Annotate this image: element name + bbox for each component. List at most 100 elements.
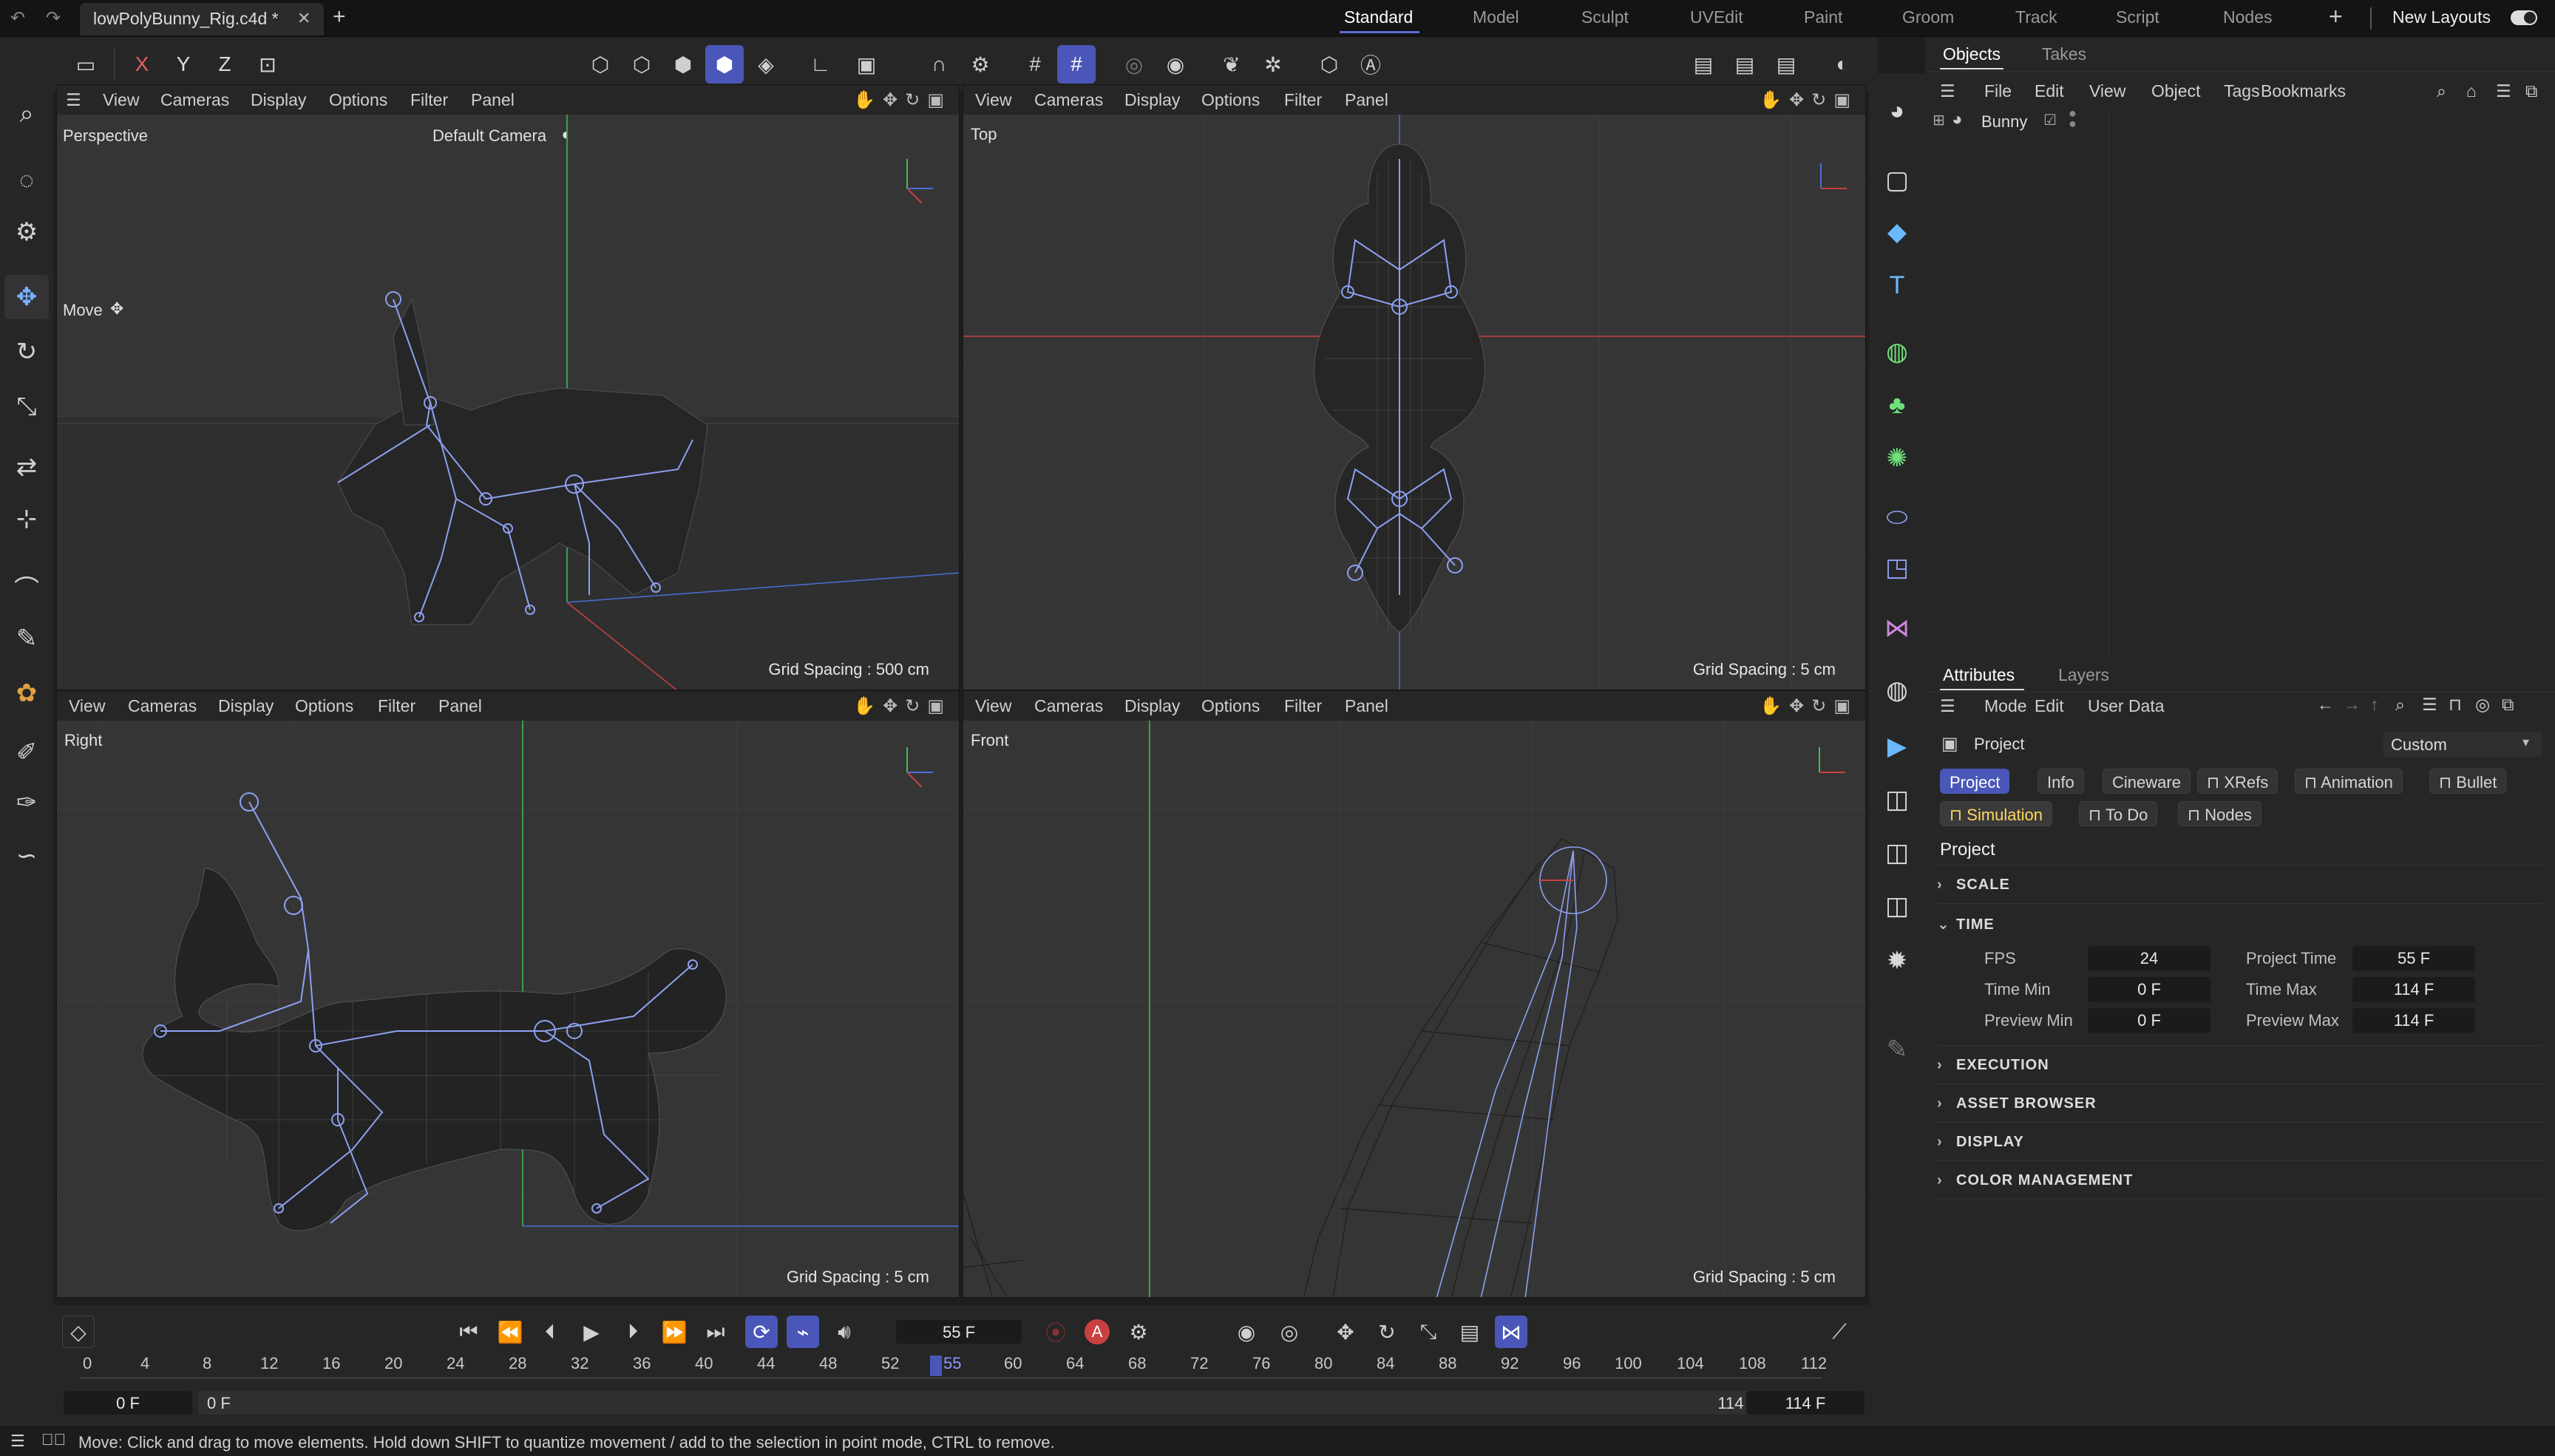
new-tab-icon[interactable]: +: [333, 4, 346, 30]
camera-name[interactable]: Default Camera: [432, 126, 546, 146]
menu-cameras[interactable]: Cameras: [1034, 696, 1103, 716]
fps-field[interactable]: 24: [2088, 946, 2210, 971]
render-settings-icon[interactable]: ◉: [1156, 45, 1195, 84]
volume-icon[interactable]: ◳: [1875, 545, 1919, 590]
menu-view[interactable]: View: [975, 90, 1011, 110]
viewport-top[interactable]: View Cameras Display Options Filter Pane…: [963, 84, 1866, 690]
chip-simulation[interactable]: ⊓ Simulation: [1940, 801, 2052, 826]
key-position-icon[interactable]: ◉: [1230, 1316, 1263, 1348]
sound-icon[interactable]: 🔊︎: [828, 1316, 861, 1348]
spline-rectangle-icon[interactable]: ▢: [1875, 158, 1919, 203]
menu-display[interactable]: Display: [218, 696, 274, 716]
menu-options[interactable]: Options: [295, 696, 353, 716]
layout-tab-uvedit[interactable]: UVEdit: [1690, 7, 1743, 27]
undo-icon[interactable]: ↶: [10, 7, 25, 29]
rotate-icon[interactable]: ↻: [4, 330, 49, 374]
viewport-name[interactable]: Right: [64, 731, 102, 750]
subdivision-icon[interactable]: ◍: [1875, 330, 1919, 374]
menu-cameras[interactable]: Cameras: [160, 90, 229, 110]
menu-view[interactable]: View: [975, 696, 1011, 716]
key-settings-icon[interactable]: ⚙: [1122, 1316, 1155, 1348]
layout-tab-standard[interactable]: Standard: [1344, 7, 1413, 27]
key-move-icon[interactable]: ✥: [1329, 1316, 1362, 1348]
key-scale-icon[interactable]: ⤡: [1412, 1316, 1445, 1348]
viewport-name[interactable]: Perspective: [63, 126, 148, 146]
menu-cameras[interactable]: Cameras: [128, 696, 197, 716]
preview-min-field[interactable]: 0 F: [2088, 1008, 2210, 1033]
x-axis-lock[interactable]: X: [123, 45, 161, 84]
tab-objects[interactable]: Objects: [1943, 44, 2001, 64]
section-color-management[interactable]: › COLOR MANAGEMENT: [1937, 1172, 2133, 1189]
playhead[interactable]: [930, 1355, 942, 1376]
menu-edit[interactable]: Edit: [2035, 81, 2064, 101]
search-icon[interactable]: ⌕: [4, 92, 49, 136]
cube-icon[interactable]: ◆: [1875, 210, 1919, 254]
expand-icon[interactable]: ⊞: [1933, 111, 1945, 129]
filter-icon[interactable]: ☰: [2422, 695, 2437, 715]
go-to-end-icon[interactable]: ⏭: [699, 1316, 732, 1348]
viewport-nav-icons[interactable]: ✋✥↻▣: [853, 695, 951, 717]
menu-panel[interactable]: Panel: [1345, 696, 1388, 716]
render-view-icon[interactable]: ▤: [1684, 45, 1723, 84]
menu-display[interactable]: Display: [1124, 696, 1180, 716]
field-icon[interactable]: ⬭: [1875, 495, 1919, 540]
render-camera-icon[interactable]: ◫: [1875, 884, 1919, 928]
auto-icon[interactable]: Ⓐ: [1351, 45, 1390, 84]
section-asset-browser[interactable]: › ASSET BROWSER: [1937, 1095, 2097, 1112]
filter-icon[interactable]: ☰: [2496, 81, 2511, 101]
previous-frame-icon[interactable]: ⏴: [534, 1316, 566, 1348]
cloner-icon[interactable]: ♣: [1875, 383, 1919, 427]
viewport-canvas[interactable]: [963, 721, 1865, 1297]
autokey-icon[interactable]: A: [1081, 1316, 1113, 1348]
section-execution[interactable]: › EXECUTION: [1937, 1057, 2049, 1074]
menu-tags[interactable]: Tags: [2224, 81, 2260, 101]
back-arrow-icon[interactable]: ←: [2317, 695, 2334, 715]
grid-snap-icon[interactable]: #: [1057, 45, 1096, 84]
add-layout-icon[interactable]: +: [2329, 3, 2343, 30]
viewport-canvas[interactable]: [57, 721, 959, 1297]
menu-panel[interactable]: Panel: [471, 90, 515, 110]
chip-to-do[interactable]: ⊓ To Do: [2079, 801, 2158, 826]
section-scale[interactable]: › SCALE: [1937, 877, 2010, 894]
layout-tab-track[interactable]: Track: [2015, 7, 2057, 27]
render-dots-icon[interactable]: ● ●: [2069, 106, 2077, 130]
menu-bookmarks[interactable]: Bookmarks: [2261, 81, 2346, 101]
points-mode-icon[interactable]: ⬡: [581, 45, 620, 84]
layout-tab-nodes[interactable]: Nodes: [2223, 7, 2272, 27]
polygons-mode-icon[interactable]: ⬢: [664, 45, 702, 84]
time-min-field[interactable]: 0 F: [2088, 977, 2210, 1002]
chip-info[interactable]: Info: [2037, 769, 2084, 794]
go-to-start-icon[interactable]: ⏮: [452, 1316, 485, 1348]
y-axis-lock[interactable]: Y: [164, 45, 203, 84]
viewport-nav-icons[interactable]: ✋✥↻▣: [1760, 89, 1858, 111]
lock-icon[interactable]: ⊓: [2449, 695, 2462, 715]
redshift-icon[interactable]: ◐: [1823, 45, 1862, 84]
panel-menu-icon[interactable]: ☰: [1940, 81, 1955, 101]
document-tab[interactable]: lowPolyBunny_Rig.c4d *: [80, 3, 324, 35]
weight-icon[interactable]: ✿: [4, 671, 49, 715]
deformer-icon[interactable]: ✺: [1875, 436, 1919, 480]
menu-display[interactable]: Display: [1124, 90, 1180, 110]
symmetry-icon[interactable]: ❦: [1212, 45, 1251, 84]
viewport-nav-icons[interactable]: ✋✥↻▣: [853, 89, 951, 111]
project-time-field[interactable]: 55 F: [2352, 946, 2475, 971]
new-window-icon[interactable]: ⧉: [2525, 81, 2537, 101]
new-window-icon[interactable]: ⧉: [2502, 695, 2514, 715]
menu-edit[interactable]: Edit: [2035, 696, 2064, 716]
visibility-toggle-icon[interactable]: ☑: [2043, 111, 2057, 129]
environment-icon[interactable]: ◍: [1875, 668, 1919, 712]
panel-menu-icon[interactable]: ☰: [1940, 696, 1955, 716]
preview-max-field[interactable]: 114 F: [2352, 1008, 2475, 1033]
camera-icon[interactable]: ◖: [560, 125, 569, 144]
undo-history-icon[interactable]: ▭: [67, 45, 105, 84]
key-rotation-icon[interactable]: ◎: [1273, 1316, 1306, 1348]
search-icon[interactable]: ⌕: [2437, 81, 2446, 101]
viewport-nav-icons[interactable]: ✋✥↻▣: [1760, 695, 1858, 717]
chip-bullet[interactable]: ⊓ Bullet: [2429, 769, 2507, 794]
playback-rate-icon[interactable]: ⌁: [787, 1316, 819, 1348]
chip-xrefs[interactable]: ⊓ XRefs: [2197, 769, 2279, 794]
menu-view[interactable]: View: [103, 90, 139, 110]
light-icon[interactable]: ✹: [1875, 939, 1919, 983]
snap-settings-icon[interactable]: ⚙: [961, 45, 1000, 84]
null-object-icon[interactable]: ◕: [1875, 89, 1919, 133]
